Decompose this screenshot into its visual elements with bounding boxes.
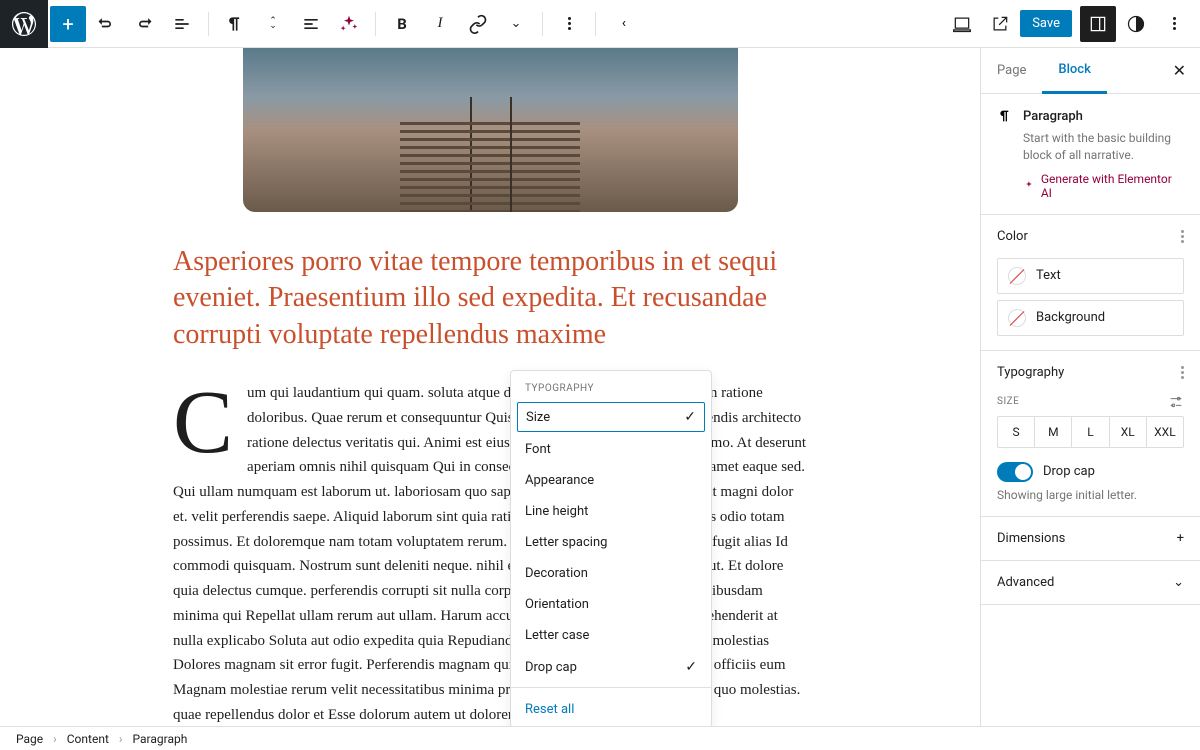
external-preview-button[interactable] (982, 6, 1018, 42)
redo-button[interactable] (126, 6, 162, 42)
more-menu-button[interactable] (1156, 6, 1192, 42)
sidebar-tabs: Page Block ✕ (981, 48, 1200, 94)
block-type-desc: Start with the basic building block of a… (1023, 130, 1184, 164)
check-icon: ✓ (684, 409, 696, 425)
typography-option-item[interactable]: Size✓ (517, 402, 705, 432)
typography-option-item[interactable]: Orientation (511, 589, 711, 620)
plus-icon: + (1177, 531, 1184, 546)
ai-button[interactable] (331, 6, 367, 42)
close-sidebar-button[interactable]: ✕ (1159, 51, 1200, 90)
block-type-title: Paragraph (997, 108, 1184, 124)
dropcap-label: Drop cap (1043, 464, 1095, 479)
chevron-right-icon: › (53, 732, 57, 746)
typography-option-item[interactable]: Line height (511, 496, 711, 527)
size-chip[interactable]: L (1072, 417, 1109, 447)
save-button[interactable]: Save (1020, 10, 1072, 37)
size-chip[interactable]: M (1035, 417, 1072, 447)
dropcap-hint: Showing large initial letter. (997, 488, 1184, 502)
move-block-button[interactable]: ⌃⌄ (255, 6, 291, 42)
color-text-row[interactable]: Text (997, 258, 1184, 294)
typography-option-item[interactable]: Letter case (511, 620, 711, 651)
generate-ai-link[interactable]: Generate with Elementor AI (1023, 172, 1184, 200)
undo-button[interactable] (88, 6, 124, 42)
paragraph-icon (997, 108, 1013, 124)
document-overview-button[interactable] (164, 6, 200, 42)
settings-sidebar: Page Block ✕ Paragraph Start with the ba… (980, 48, 1200, 726)
heading-block[interactable]: Asperiores porro vitae tempore temporibu… (173, 244, 807, 353)
typography-popup-header: TYPOGRAPHY (511, 371, 711, 400)
hero-image[interactable] (243, 48, 738, 212)
align-button[interactable] (293, 6, 329, 42)
size-label: SIZE (997, 396, 1019, 407)
editor-canvas[interactable]: Asperiores porro vitae tempore temporibu… (0, 48, 980, 726)
sidebar-toggle-button[interactable] (1080, 6, 1116, 42)
add-block-button[interactable]: + (50, 6, 86, 42)
top-toolbar: + ⌃⌄ B I ⌄ ‹‹ Save (0, 0, 1200, 48)
chevron-right-icon: › (119, 732, 123, 746)
panel-typography-header[interactable]: Typography (981, 351, 1200, 394)
color-background-row[interactable]: Background (997, 300, 1184, 336)
typography-option-item[interactable]: Drop cap✓ (511, 651, 711, 683)
swatch-none-icon (1008, 309, 1026, 327)
paragraph-icon[interactable] (217, 6, 253, 42)
size-chip[interactable]: XL (1110, 417, 1147, 447)
link-button[interactable] (460, 6, 496, 42)
panel-advanced-header[interactable]: Advanced ⌄ (981, 561, 1200, 604)
typography-option-item[interactable]: Appearance (511, 465, 711, 496)
breadcrumb-item[interactable]: Content (67, 732, 109, 746)
typography-option-item[interactable]: Font (511, 434, 711, 465)
color-options-icon[interactable] (1181, 230, 1184, 243)
typography-reset-all[interactable]: Reset all (511, 692, 711, 726)
breadcrumb-item[interactable]: Page (16, 732, 43, 746)
panel-color-header[interactable]: Color (981, 215, 1200, 258)
swatch-none-icon (1008, 267, 1026, 285)
breadcrumb: Page › Content › Paragraph (0, 726, 1200, 750)
drop-cap-letter: C (173, 381, 247, 457)
breadcrumb-item[interactable]: Paragraph (132, 732, 187, 746)
more-text-button[interactable]: ⌄ (498, 6, 534, 42)
chevron-down-icon: ⌄ (1173, 575, 1184, 590)
bold-button[interactable]: B (384, 6, 420, 42)
check-icon: ✓ (685, 659, 697, 675)
tab-page[interactable]: Page (981, 49, 1042, 92)
wordpress-logo[interactable] (0, 0, 48, 48)
tab-block[interactable]: Block (1042, 48, 1106, 94)
size-chip[interactable]: S (998, 417, 1035, 447)
sliders-icon[interactable] (1168, 394, 1184, 410)
sparkle-icon (1023, 180, 1035, 192)
collapse-toolbar-button[interactable]: ‹‹ (604, 6, 640, 42)
device-preview-button[interactable] (944, 6, 980, 42)
typography-option-item[interactable]: Letter spacing (511, 527, 711, 558)
typography-option-item[interactable]: Decoration (511, 558, 711, 589)
styles-button[interactable] (1118, 6, 1154, 42)
panel-dimensions-header[interactable]: Dimensions + (981, 517, 1200, 560)
italic-button[interactable]: I (422, 6, 458, 42)
dropcap-toggle[interactable] (997, 462, 1033, 482)
block-options-button[interactable] (551, 6, 587, 42)
typography-options-icon[interactable] (1181, 366, 1184, 379)
size-chips: SMLXLXXL (997, 416, 1184, 448)
size-chip[interactable]: XXL (1147, 417, 1183, 447)
typography-options-popup: TYPOGRAPHY Size✓FontAppearanceLine heigh… (510, 370, 712, 726)
